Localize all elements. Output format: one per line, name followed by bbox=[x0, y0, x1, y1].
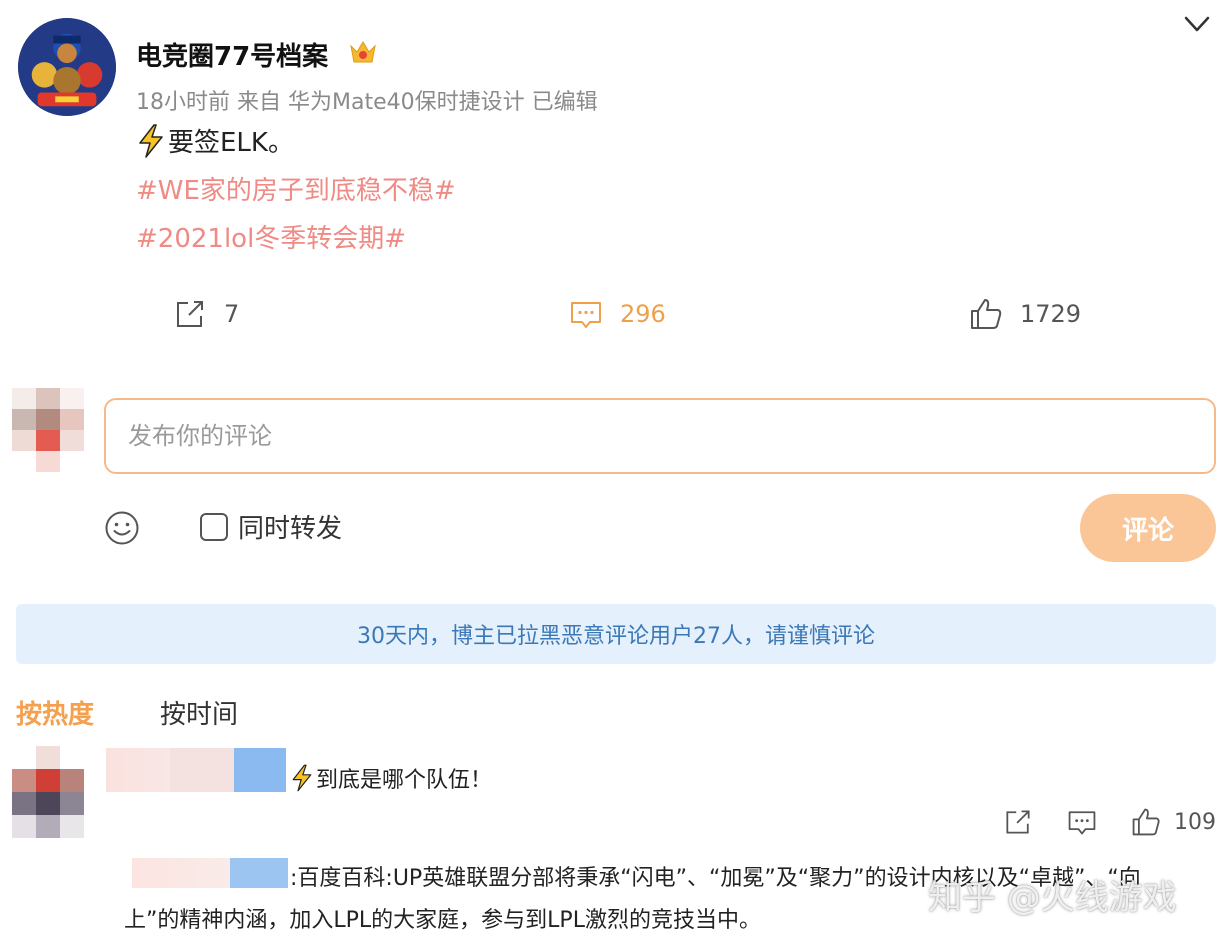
commenter-name-blurred[interactable] bbox=[106, 748, 286, 792]
share-icon bbox=[177, 301, 203, 327]
repost-label[interactable]: 同时转发 bbox=[238, 508, 342, 545]
comment-text: 到底是哪个队伍！ bbox=[316, 768, 493, 793]
comment-input[interactable] bbox=[104, 398, 1216, 474]
hashtag-link[interactable]: #2021lol冬季转会期# bbox=[136, 218, 406, 255]
comment-button[interactable]: 296 bbox=[568, 296, 666, 332]
source-prefix: 来自 bbox=[237, 90, 282, 115]
comment-like-count: 109 bbox=[1174, 809, 1216, 835]
post-source: 华为Mate40保时捷设计 bbox=[288, 90, 525, 115]
chevron-down-icon[interactable] bbox=[1182, 12, 1212, 36]
lightning-icon bbox=[292, 764, 312, 792]
share-button[interactable]: 7 bbox=[172, 296, 239, 332]
avatar-image bbox=[18, 18, 116, 116]
comment-icon bbox=[1068, 811, 1096, 835]
post-meta: 18小时前 来自 华为Mate40保时捷设计 已编辑 bbox=[136, 84, 598, 116]
post-text: 要签ELK。 bbox=[168, 128, 294, 158]
emoji-icon[interactable] bbox=[104, 510, 140, 546]
like-icon bbox=[1132, 808, 1160, 836]
comment-like-button[interactable]: 109 bbox=[1130, 806, 1216, 838]
share-count: 7 bbox=[224, 300, 240, 328]
like-button[interactable]: 1729 bbox=[968, 296, 1081, 332]
tab-sort-by-hot[interactable]: 按热度 bbox=[16, 694, 94, 731]
like-count: 1729 bbox=[1020, 300, 1082, 328]
lightning-icon bbox=[139, 123, 163, 158]
blocked-users-notice: 30天内，博主已拉黑恶意评论用户27人，请谨慎评论 bbox=[16, 604, 1216, 664]
like-icon bbox=[971, 299, 1002, 329]
comment-share-button[interactable] bbox=[1002, 806, 1034, 838]
comment-icon bbox=[571, 302, 601, 328]
hashtag-link[interactable]: #WE家的房子到底稳不稳# bbox=[136, 170, 456, 207]
reply-text-line: 上”的精神内涵，加入LPL的大家庭，参与到LPL激烈的竞技当中。 bbox=[124, 908, 761, 933]
author-avatar[interactable] bbox=[18, 18, 116, 116]
share-icon bbox=[1006, 810, 1030, 834]
comment-reply-button[interactable] bbox=[1066, 806, 1098, 838]
edited-label: 已编辑 bbox=[531, 90, 598, 115]
reply-user-blurred[interactable] bbox=[132, 858, 288, 888]
commenter-avatar[interactable] bbox=[12, 746, 84, 838]
comment-body: 到底是哪个队伍！ bbox=[290, 762, 492, 794]
post-body: 要签ELK。 bbox=[136, 122, 294, 159]
watermark: 知乎 @火线游戏 bbox=[928, 878, 1177, 918]
author-name[interactable]: 电竞圈77号档案 bbox=[136, 36, 328, 73]
crown-badge-icon bbox=[350, 41, 376, 63]
comment-count: 296 bbox=[620, 300, 666, 328]
repost-checkbox[interactable] bbox=[200, 513, 228, 541]
tab-sort-by-time[interactable]: 按时间 bbox=[160, 694, 238, 731]
post-time: 18小时前 bbox=[136, 90, 230, 115]
current-user-avatar bbox=[12, 388, 84, 472]
submit-comment-button[interactable]: 评论 bbox=[1080, 494, 1216, 562]
